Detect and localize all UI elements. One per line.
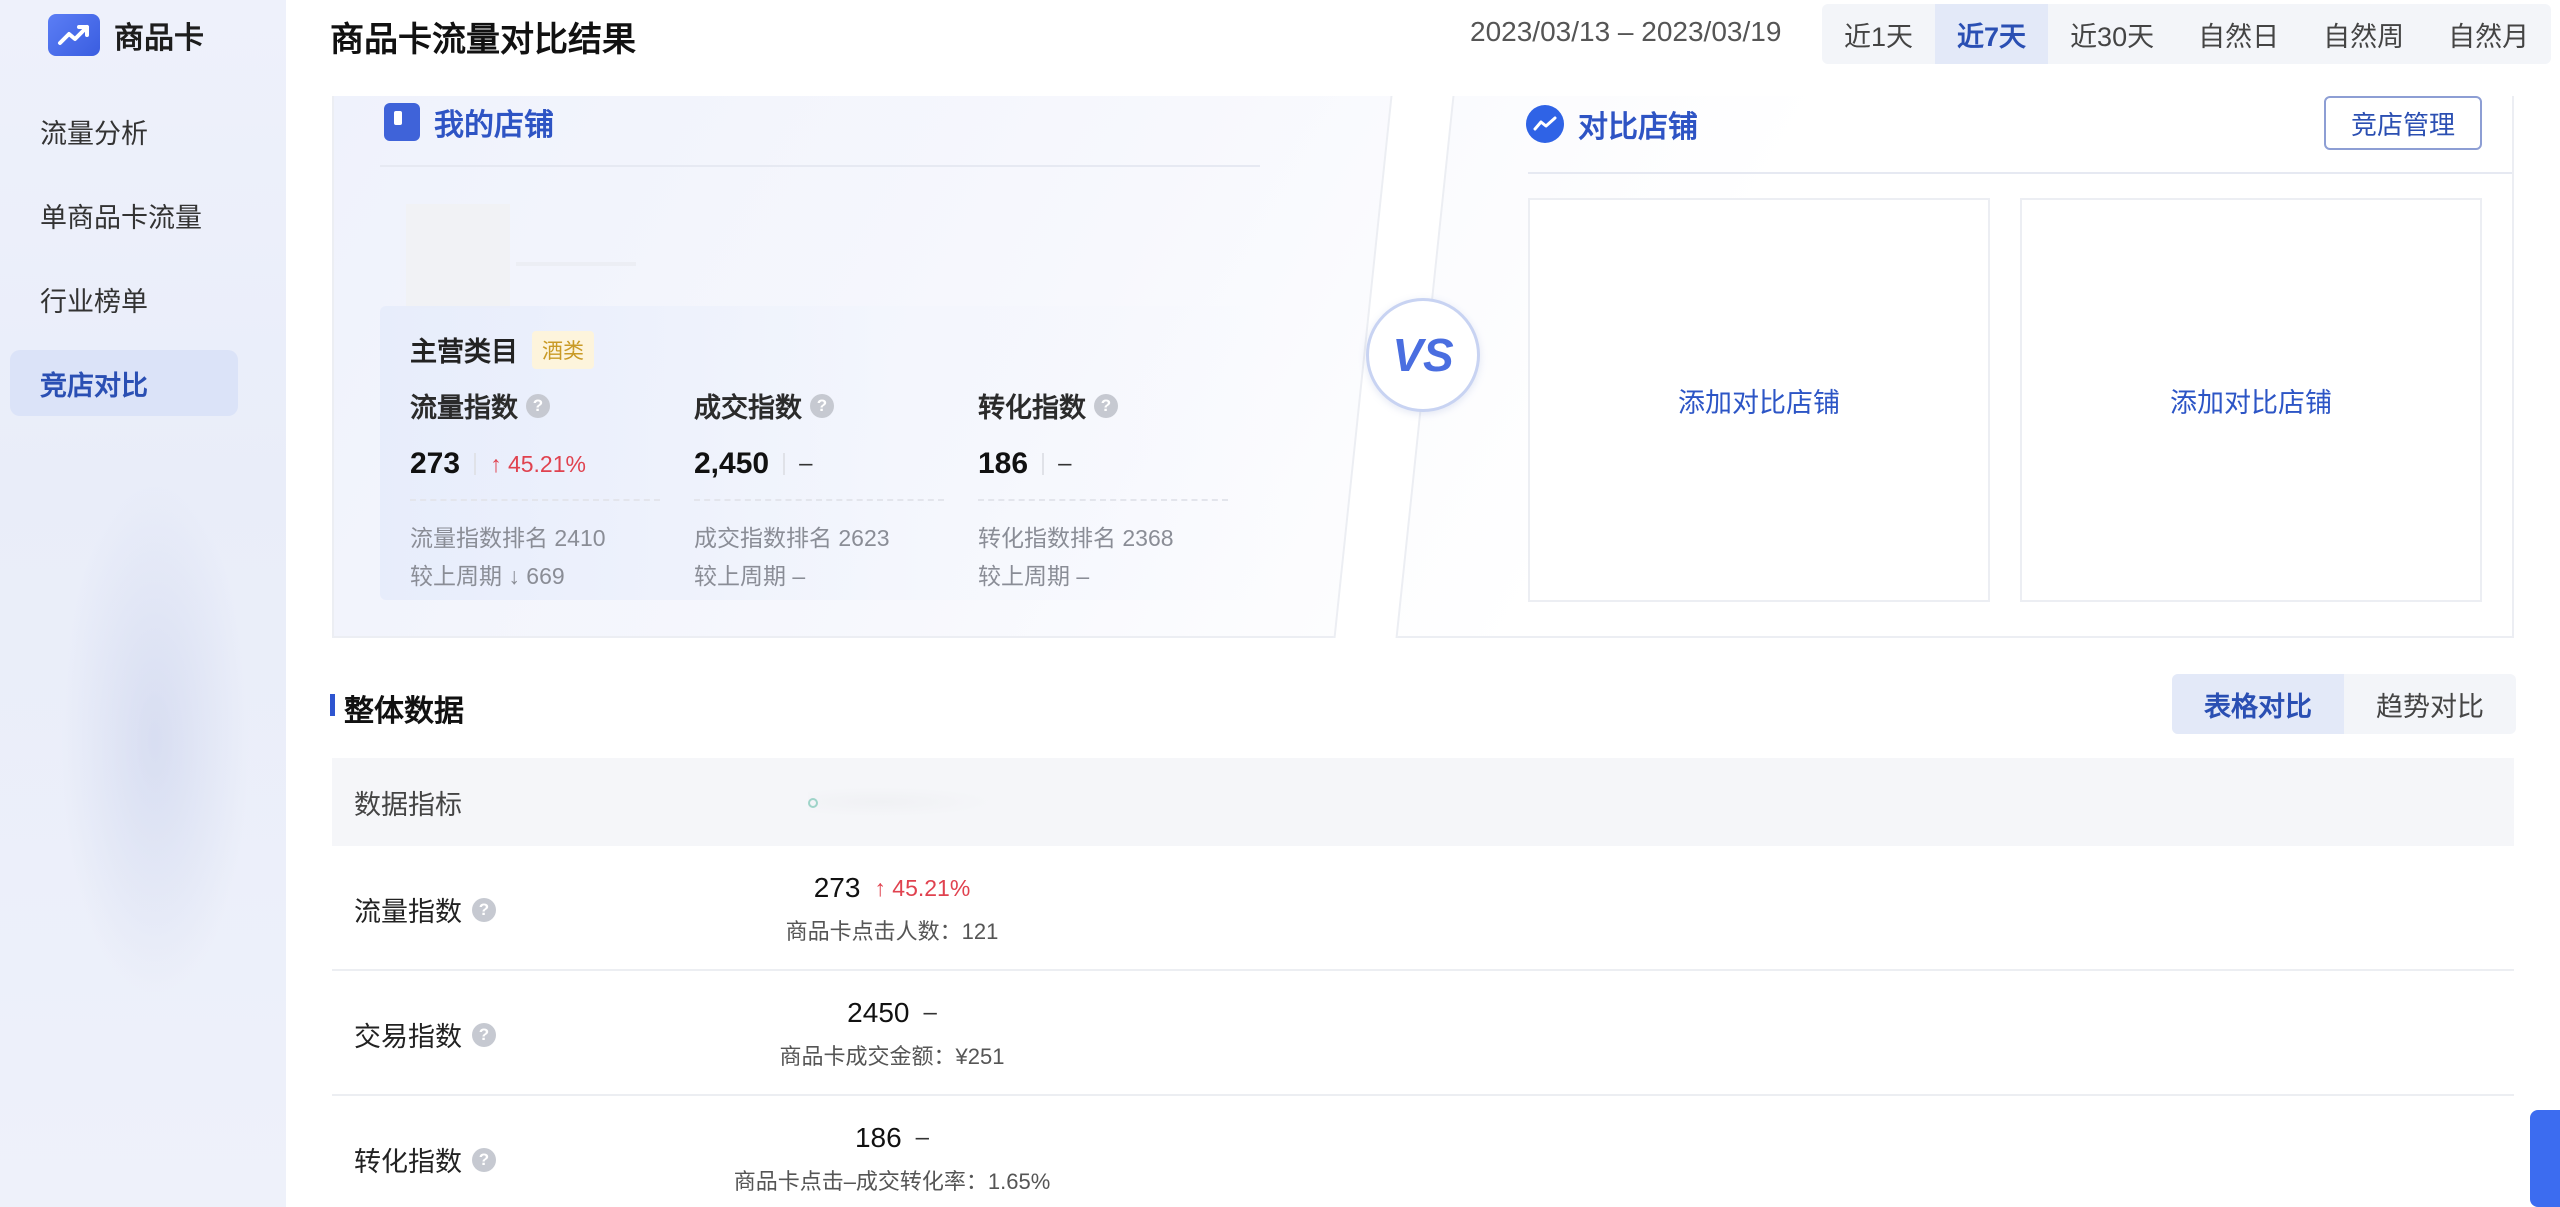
- sidebar-background-blur: [60, 480, 250, 1000]
- shop-icon: [384, 103, 420, 141]
- my-shop-header: 我的店铺: [384, 100, 554, 144]
- competitor-manage-button[interactable]: 竞店管理: [2324, 96, 2482, 150]
- add-compare-shop-slot-2[interactable]: 添加对比店铺: [2020, 198, 2482, 602]
- brand-title: 商品卡: [114, 22, 204, 55]
- sidebar-item-traffic-analysis[interactable]: 流量分析: [10, 98, 238, 164]
- row-label: 流量指数: [354, 897, 462, 927]
- page-title: 商品卡流量对比结果: [330, 21, 636, 59]
- row-delta: –: [923, 999, 937, 1026]
- divider: [978, 499, 1228, 501]
- metric-value: 273: [410, 447, 461, 480]
- row-value: 273: [813, 872, 861, 903]
- range-tab-1d[interactable]: 近1天: [1822, 4, 1935, 64]
- range-tabs: 近1天 近7天 近30天 自然日 自然周 自然月: [1822, 4, 2552, 64]
- view-tabs: 表格对比 趋势对比: [2172, 674, 2516, 734]
- row-sub-value: 商品卡成交金额：¥251: [779, 1044, 1005, 1069]
- sidebar-item-competitor-compare[interactable]: 竞店对比: [10, 350, 238, 416]
- divider: [1528, 172, 2512, 174]
- metric-delta: –: [1058, 450, 1072, 477]
- tab-trend-compare[interactable]: 趋势对比: [2344, 674, 2516, 734]
- compare-trend-icon: [1526, 105, 1564, 143]
- column-header-metric: 数据指标: [354, 789, 462, 820]
- divider: [474, 453, 477, 475]
- floating-side-tab[interactable]: [2530, 1110, 2560, 1207]
- compare-shop-title: 对比店铺: [1578, 111, 1698, 144]
- sidebar-item-industry-ranking[interactable]: 行业榜单: [10, 266, 238, 332]
- range-tab-natural-day[interactable]: 自然日: [2176, 4, 2301, 64]
- metric-value: 186: [978, 447, 1029, 480]
- metric-rank: 转化指数排名 2368: [978, 525, 1174, 551]
- table-row: 转化指数? 186 – 商品卡点击–成交转化率：1.65%: [332, 1096, 2514, 1207]
- metric-delta: –: [799, 450, 813, 477]
- help-icon[interactable]: ?: [472, 1022, 496, 1047]
- metric-rank: 成交指数排名 2623: [694, 525, 890, 551]
- divider: [783, 453, 786, 475]
- metric-name: 转化指数: [978, 393, 1086, 423]
- shop-name-redacted: [516, 262, 636, 266]
- divider: [410, 499, 660, 501]
- metric-period-change: 较上周期 –: [978, 563, 1090, 589]
- table-row: 流量指数? 273 ↑ 45.21% 商品卡点击人数：121: [332, 846, 2514, 971]
- help-icon[interactable]: ?: [472, 897, 496, 922]
- row-sub-value: 商品卡点击–成交转化率：1.65%: [733, 1169, 1051, 1194]
- compare-shop-header: 对比店铺: [1526, 102, 1698, 146]
- range-tab-7d[interactable]: 近7天: [1935, 4, 2049, 64]
- metric-period-change: 较上周期 –: [694, 563, 806, 589]
- overall-data-title: 整体数据: [344, 695, 464, 728]
- section-marker: [330, 694, 335, 716]
- help-icon[interactable]: ?: [1094, 393, 1118, 418]
- shop-status-icon: [808, 798, 818, 808]
- metric-period-change: 较上周期 ↓ 669: [410, 563, 565, 589]
- my-shop-title: 我的店铺: [434, 109, 554, 142]
- row-label: 转化指数: [354, 1147, 462, 1177]
- divider: [1042, 453, 1045, 475]
- table-header: 数据指标: [332, 758, 2514, 846]
- metric-name: 成交指数: [694, 393, 802, 423]
- range-tab-natural-week[interactable]: 自然周: [2301, 4, 2426, 64]
- row-sub-value: 商品卡点击人数：121: [785, 919, 999, 944]
- table-row: 交易指数? 2450 – 商品卡成交金额：¥251: [332, 971, 2514, 1096]
- row-value: 2450: [847, 997, 910, 1028]
- divider: [694, 499, 944, 501]
- tab-table-compare[interactable]: 表格对比: [2172, 674, 2344, 734]
- sidebar-item-single-product-traffic[interactable]: 单商品卡流量: [10, 182, 238, 248]
- help-icon[interactable]: ?: [810, 393, 834, 418]
- vs-badge: VS: [1366, 298, 1480, 412]
- brand[interactable]: 商品卡: [48, 12, 204, 58]
- row-label: 交易指数: [354, 1022, 462, 1052]
- sidebar: 商品卡 流量分析 单商品卡流量 行业榜单 竞店对比: [0, 0, 286, 1207]
- metric-traffic-index: 流量指数? 273 ↑ 45.21% 流量指数排名 2410 较上周期 ↓ 66…: [410, 386, 660, 595]
- row-delta: –: [915, 1124, 930, 1151]
- category-tag: 酒类: [532, 330, 594, 369]
- row-delta: ↑ 45.21%: [874, 874, 971, 901]
- shop-avatar: [406, 204, 510, 308]
- main-category: 主营类目 酒类: [410, 330, 594, 369]
- help-icon[interactable]: ?: [526, 393, 550, 418]
- metric-value: 2,450: [694, 447, 770, 480]
- add-compare-shop-slot-1[interactable]: 添加对比店铺: [1528, 198, 1990, 602]
- metric-delta: ↑ 45.21%: [490, 450, 586, 477]
- metric-transaction-index: 成交指数? 2,450 – 成交指数排名 2623 较上周期 –: [694, 386, 944, 595]
- range-tab-natural-month[interactable]: 自然月: [2426, 4, 2551, 64]
- trend-chart-icon: [48, 14, 100, 56]
- range-tab-30d[interactable]: 近30天: [2048, 4, 2176, 64]
- metric-conversion-index: 转化指数? 186 – 转化指数排名 2368 较上周期 –: [978, 386, 1228, 595]
- row-value: 186: [854, 1122, 902, 1153]
- overall-data-table: 数据指标 流量指数? 273 ↑ 45.21% 商品卡点击人数：121 交易指数…: [332, 758, 2514, 1207]
- help-icon[interactable]: ?: [472, 1147, 496, 1172]
- metric-name: 流量指数: [410, 393, 518, 423]
- divider: [380, 165, 1260, 167]
- metric-rank: 流量指数排名 2410: [410, 525, 606, 551]
- date-range[interactable]: 2023/03/13 – 2023/03/19: [1470, 16, 1781, 48]
- category-label: 主营类目: [410, 337, 518, 367]
- column-header-shop-redacted: [808, 788, 988, 816]
